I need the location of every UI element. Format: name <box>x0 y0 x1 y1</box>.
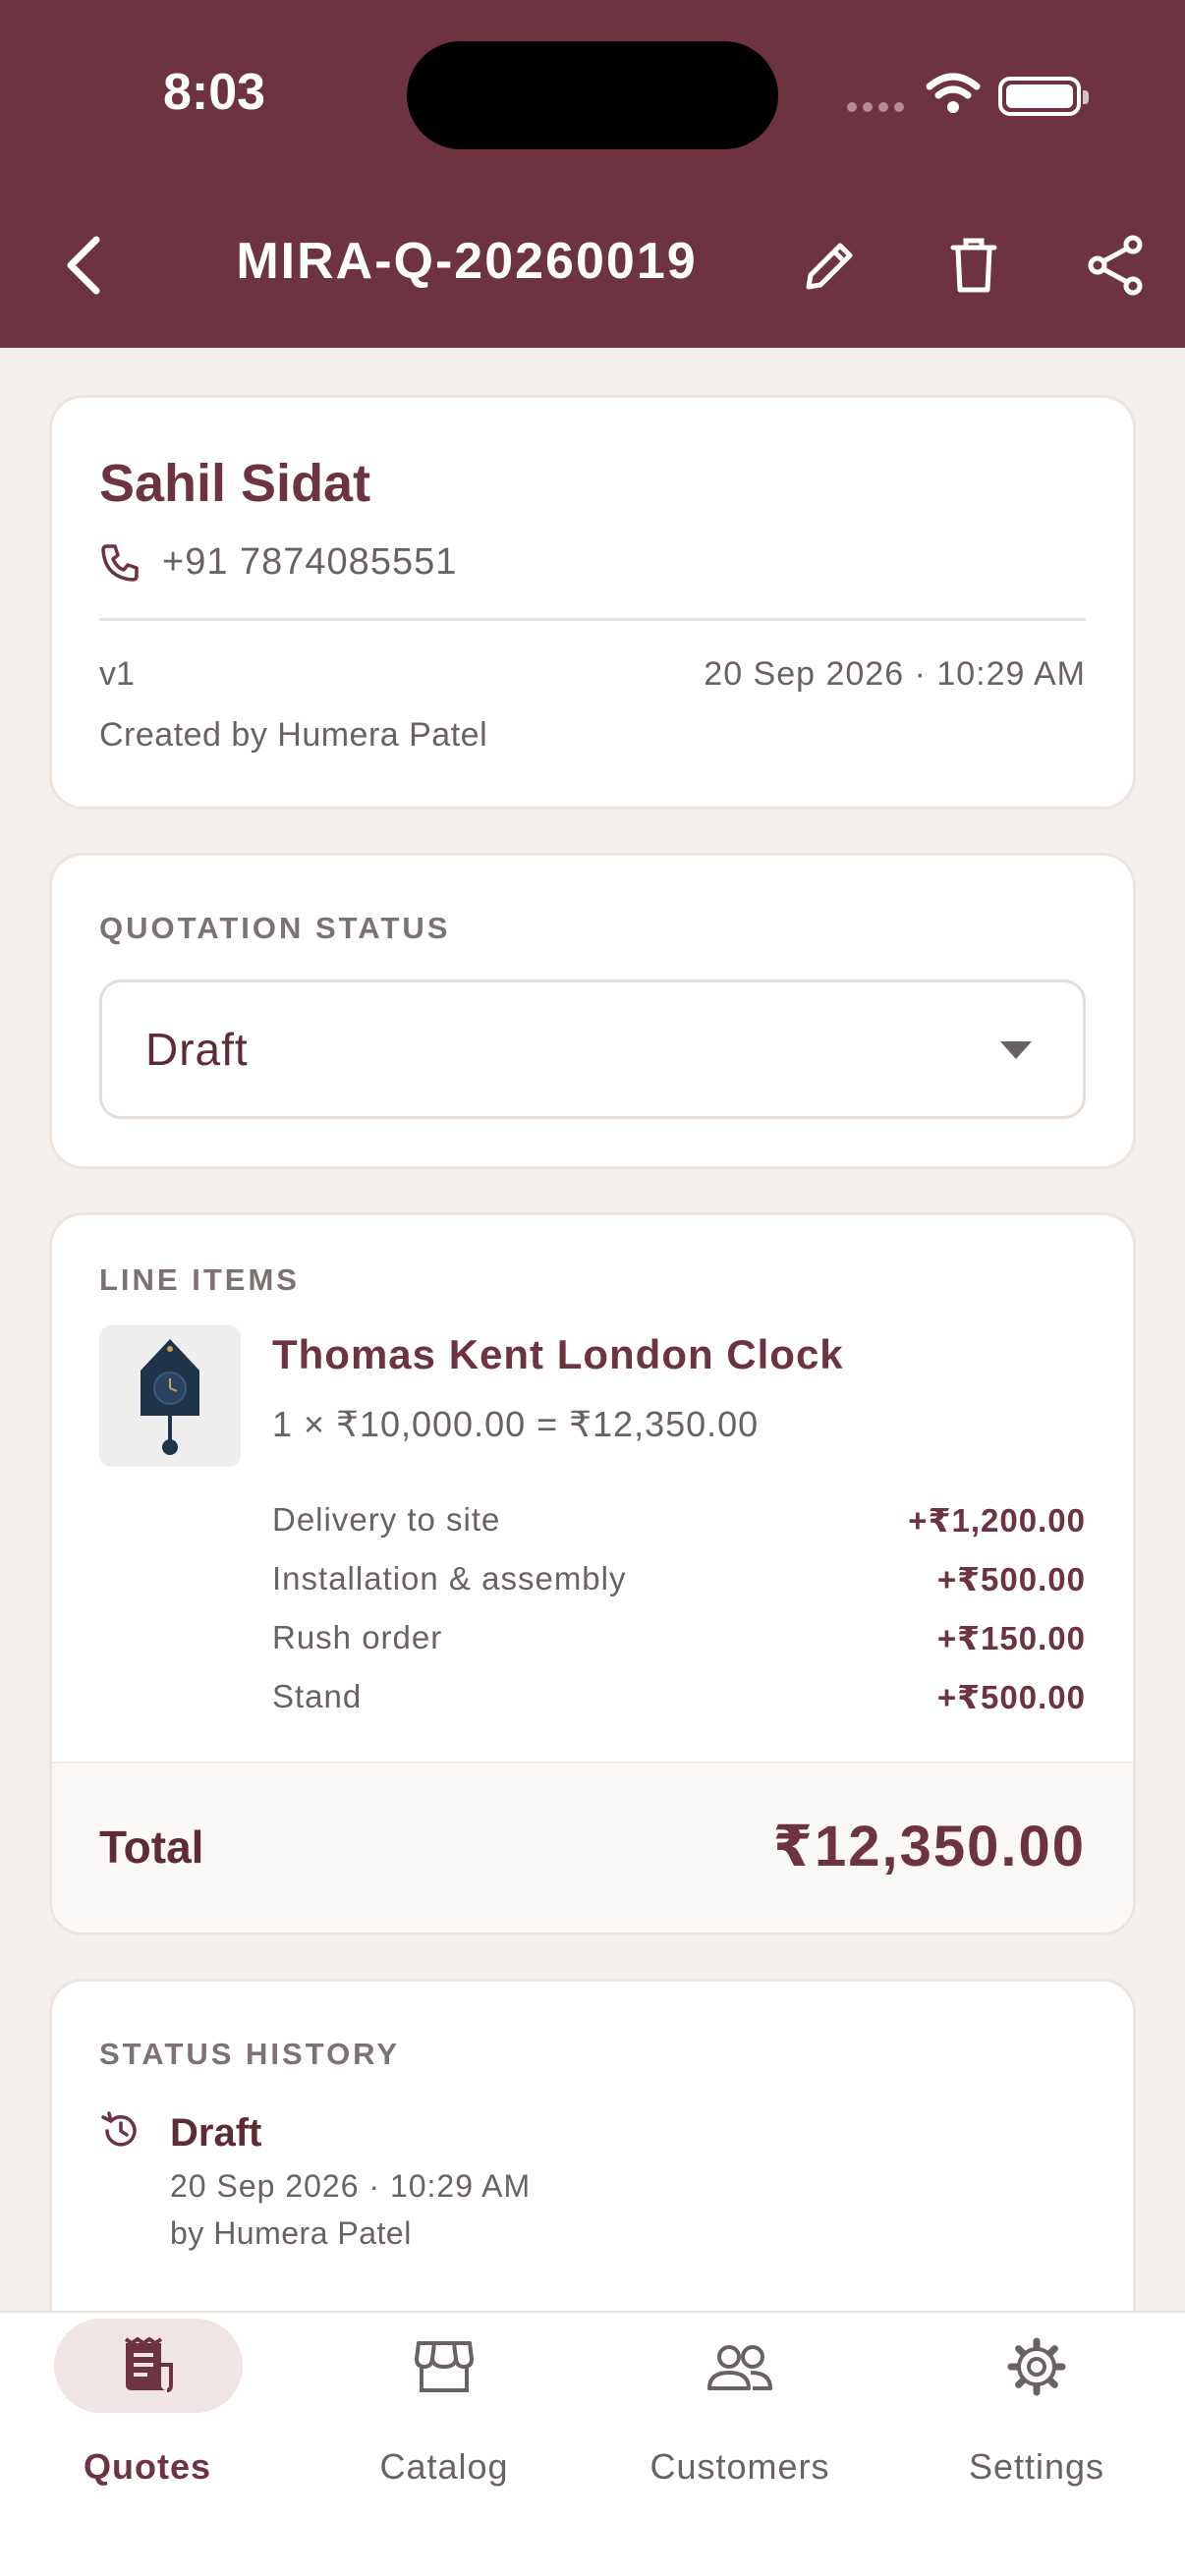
wifi-icon <box>926 73 981 121</box>
line-item-title: Thomas Kent London Clock <box>272 1331 844 1377</box>
cuckoo-clock-icon <box>141 1339 199 1455</box>
addon-price: +₹1,200.00 <box>908 1501 1086 1539</box>
total-bar: Total ₹12,350.00 <box>52 1762 1133 1932</box>
addon-name: Delivery to site <box>272 1501 501 1538</box>
product-thumbnail[interactable] <box>99 1325 241 1467</box>
addon-price: +₹500.00 <box>936 1678 1086 1715</box>
status-bar: 8:03 <box>0 0 1185 196</box>
storefront-icon <box>405 2332 483 2401</box>
total-value: ₹12,350.00 <box>772 1815 1086 1878</box>
gear-icon <box>997 2332 1076 2401</box>
created-by: Created by Humera Patel <box>99 716 488 754</box>
customer-phone: +91 7874085551 <box>162 541 458 583</box>
trash-icon <box>950 238 997 293</box>
nav-item-customers[interactable]: Customers <box>592 2313 887 2509</box>
addon-row: Stand +₹500.00 <box>272 1667 1086 1726</box>
section-label-quotation-status: QUOTATION STATUS <box>99 911 451 945</box>
addon-price: +₹500.00 <box>936 1560 1086 1597</box>
back-arrow-icon <box>67 236 100 295</box>
bottom-navigation: Quotes Catalog Customers Settings <box>0 2311 1185 2576</box>
divider <box>99 618 1086 621</box>
customer-card: Sahil Sidat +91 7874085551 v1 20 Sep 202… <box>49 395 1136 810</box>
nav-item-quotes[interactable]: Quotes <box>0 2313 295 2509</box>
customer-name: Sahil Sidat <box>99 454 371 513</box>
app-header: 8:03 MIRA-Q-20260019 <box>0 0 1185 348</box>
quote-datetime: 20 Sep 2026 · 10:29 AM <box>704 655 1086 693</box>
edit-button[interactable] <box>786 216 875 314</box>
line-item-calculation: 1 × ₹10,000.00 = ₹12,350.00 <box>272 1404 760 1444</box>
dynamic-island <box>407 41 778 149</box>
quote-version: v1 <box>99 655 135 693</box>
addon-name: Stand <box>272 1678 363 1714</box>
share-button[interactable] <box>1071 216 1159 314</box>
addon-row: Delivery to site +₹1,200.00 <box>272 1490 1086 1549</box>
phone-icon <box>101 543 139 582</box>
nav-label: Quotes <box>83 2446 211 2487</box>
addon-row: Rush order +₹150.00 <box>272 1608 1086 1667</box>
customer-phone-row[interactable]: +91 7874085551 <box>99 541 457 584</box>
addon-price: +₹150.00 <box>936 1619 1086 1656</box>
nav-label: Catalog <box>379 2446 509 2487</box>
cellular-signal-icon <box>847 102 904 112</box>
line-items-card: LINE ITEMS Thomas Kent London Clock 1 × … <box>49 1212 1136 1935</box>
quotation-status-card: QUOTATION STATUS Draft <box>49 853 1136 1169</box>
nav-label: Customers <box>649 2446 830 2487</box>
addon-name: Rush order <box>272 1619 443 1655</box>
addon-list: Delivery to site +₹1,200.00 Installation… <box>272 1490 1086 1726</box>
battery-icon <box>998 77 1089 116</box>
back-button[interactable] <box>43 216 122 314</box>
section-label-status-history: STATUS HISTORY <box>99 2037 401 2071</box>
status-dropdown-value: Draft <box>145 1024 249 1075</box>
status-dropdown[interactable]: Draft <box>99 980 1086 1119</box>
history-entry-date: 20 Sep 2026 · 10:29 AM <box>170 2168 532 2204</box>
quote-number-title: MIRA-Q-20260019 <box>236 233 698 290</box>
nav-item-catalog[interactable]: Catalog <box>297 2313 592 2509</box>
status-time: 8:03 <box>163 64 266 121</box>
history-entry-status: Draft <box>170 2111 262 2155</box>
history-entry-author: by Humera Patel <box>170 2215 412 2251</box>
delete-button[interactable] <box>930 216 1018 314</box>
addon-row: Installation & assembly +₹500.00 <box>272 1549 1086 1608</box>
history-icon <box>99 2109 142 2157</box>
receipt-icon <box>108 2332 187 2401</box>
pencil-icon <box>806 243 853 290</box>
share-icon <box>1088 235 1143 296</box>
people-icon <box>701 2332 779 2401</box>
dropdown-arrow-icon <box>1000 1041 1032 1059</box>
nav-item-settings[interactable]: Settings <box>889 2313 1184 2509</box>
nav-label: Settings <box>968 2446 1105 2487</box>
total-label: Total <box>99 1821 204 1873</box>
addon-name: Installation & assembly <box>272 1560 627 1596</box>
section-label-line-items: LINE ITEMS <box>99 1262 300 1297</box>
